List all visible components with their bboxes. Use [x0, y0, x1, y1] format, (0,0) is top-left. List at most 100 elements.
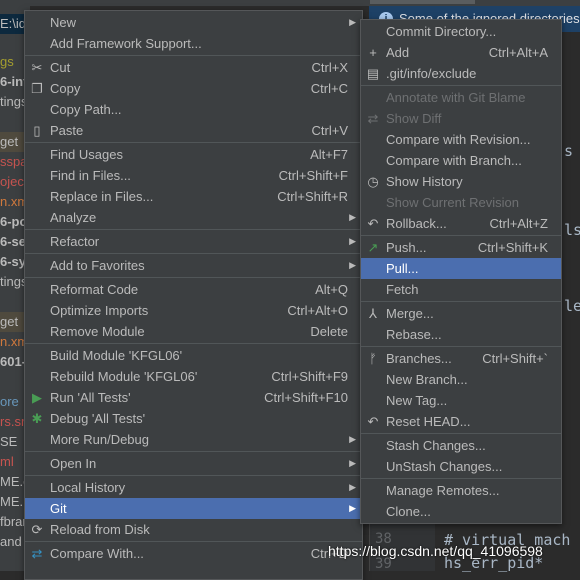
- menu-item-manage-remotes[interactable]: Manage Remotes...: [361, 480, 561, 501]
- shortcut-label: Ctrl+V: [311, 123, 348, 138]
- submenu-arrow-icon: ▶: [349, 482, 356, 492]
- menu-item-more-run-debug[interactable]: More Run/Debug ▶: [25, 429, 362, 450]
- menu-item-paste[interactable]: ▯ Paste Ctrl+V: [25, 120, 362, 141]
- editor-tab[interactable]: [370, 0, 475, 4]
- menu-item-local-history[interactable]: Local History ▶: [25, 477, 362, 498]
- menu-item-label: Clone...: [386, 504, 431, 519]
- menu-item-rollback[interactable]: ↶ Rollback... Ctrl+Alt+Z: [361, 213, 561, 234]
- shortcut-label: Ctrl+X: [311, 60, 348, 75]
- menu-item-add-framework-support[interactable]: Add Framework Support...: [25, 33, 362, 54]
- menu-item-replace-in-files[interactable]: Replace in Files... Ctrl+Shift+R: [25, 186, 362, 207]
- menu-item-optimize-imports[interactable]: Optimize Imports Ctrl+Alt+O: [25, 300, 362, 321]
- menu-item-commit-directory[interactable]: Commit Directory...: [361, 21, 561, 42]
- menu-item-add[interactable]: + Add Ctrl+Alt+A: [361, 42, 561, 63]
- shortcut-label: Alt+Q: [315, 282, 348, 297]
- menu-item-remove-module[interactable]: Remove Module Delete: [25, 321, 362, 342]
- menu-item-show-current-revision[interactable]: Show Current Revision: [361, 192, 561, 213]
- push-arrow-icon: ↗: [367, 240, 379, 255]
- menu-item-show-diff[interactable]: ⇄ Show Diff: [361, 108, 561, 129]
- menu-item-label: Rollback...: [386, 216, 447, 231]
- menu-item-label: Branches...: [386, 351, 452, 366]
- menu-item-analyze[interactable]: Analyze ▶: [25, 207, 362, 228]
- menu-item-git[interactable]: Git ▶: [25, 498, 362, 519]
- menu-item-compare-with-branch[interactable]: Compare with Branch...: [361, 150, 561, 171]
- menu-item-reformat-code[interactable]: Reformat Code Alt+Q: [25, 279, 362, 300]
- menu-item-find-in-files[interactable]: Find in Files... Ctrl+Shift+F: [25, 165, 362, 186]
- menu-item-label: Reload from Disk: [50, 522, 150, 537]
- menu-item-show-history[interactable]: ◷ Show History: [361, 171, 561, 192]
- menu-item-debug-all-tests[interactable]: ✱ Debug 'All Tests': [25, 408, 362, 429]
- plus-icon: +: [369, 45, 377, 60]
- menu-item-find-usages[interactable]: Find Usages Alt+F7: [25, 144, 362, 165]
- compare-icon: ⇄: [31, 546, 43, 561]
- menu-item-label: Commit Directory...: [386, 24, 497, 39]
- menu-separator: [25, 451, 362, 452]
- submenu-arrow-icon: ▶: [349, 17, 356, 27]
- shortcut-label: Ctrl+Alt+O: [287, 303, 348, 318]
- menu-item-label: New Tag...: [386, 393, 448, 408]
- menu-separator: [25, 343, 362, 344]
- menu-item-merge[interactable]: ⅄ Merge...: [361, 303, 561, 324]
- menu-item-fetch[interactable]: Fetch: [361, 279, 561, 300]
- shortcut-label: Ctrl+Alt+A: [488, 45, 548, 60]
- menu-item-cut[interactable]: ✂ Cut Ctrl+X: [25, 57, 362, 78]
- menu-item-new-branch[interactable]: New Branch...: [361, 369, 561, 390]
- menu-item-label: Build Module 'KFGL06': [50, 348, 183, 363]
- submenu-arrow-icon: ▶: [349, 260, 356, 270]
- menu-item-label: Open In: [50, 456, 97, 471]
- menu-separator: [361, 346, 561, 347]
- shortcut-label: Ctrl+Shift+`: [482, 351, 548, 366]
- reset-icon: ↶: [367, 414, 379, 429]
- menu-separator: [361, 478, 561, 479]
- menu-item-rebase[interactable]: Rebase...: [361, 324, 561, 345]
- menu-item-unstash-changes[interactable]: UnStash Changes...: [361, 456, 561, 477]
- git-submenu: Commit Directory... + Add Ctrl+Alt+A ▤ .git/i…: [360, 19, 562, 524]
- menu-item-label: Add: [386, 45, 410, 60]
- menu-item-pull[interactable]: Pull...: [361, 258, 561, 279]
- menu-separator: [25, 142, 362, 143]
- menu-item-copy-path[interactable]: Copy Path...: [25, 99, 362, 120]
- menu-item-git-info-exclude[interactable]: ▤ .git/info/exclude: [361, 63, 561, 84]
- menu-item-label: Analyze: [50, 210, 97, 225]
- menu-item-label: Reformat Code: [50, 282, 139, 297]
- menu-item-label: Compare with Revision...: [386, 132, 531, 147]
- menu-item-build-module-kfgl06[interactable]: Build Module 'KFGL06': [25, 345, 362, 366]
- menu-item-clone[interactable]: Clone...: [361, 501, 561, 522]
- menu-item-stash-changes[interactable]: Stash Changes...: [361, 435, 561, 456]
- menu-item-reload-from-disk[interactable]: ⟳ Reload from Disk: [25, 519, 362, 540]
- rollback-icon: ↶: [367, 216, 379, 231]
- shortcut-label: Delete: [310, 324, 348, 339]
- menu-item-label: Show Diff: [386, 111, 442, 126]
- shortcut-label: Ctrl+Shift+R: [277, 189, 348, 204]
- menu-item-open-in[interactable]: Open In ▶: [25, 453, 362, 474]
- menu-item-push[interactable]: ↗ Push... Ctrl+Shift+K: [361, 237, 561, 258]
- menu-item-label: Cut: [50, 60, 71, 75]
- menu-item-label: UnStash Changes...: [386, 459, 503, 474]
- menu-separator: [361, 433, 561, 434]
- menu-item-label: Refactor: [50, 234, 100, 249]
- menu-item-compare-with[interactable]: ⇄ Compare With... Ctrl+D: [25, 543, 362, 564]
- menu-item-new-tag[interactable]: New Tag...: [361, 390, 561, 411]
- menu-item-label: Show History: [386, 174, 463, 189]
- menu-item-rebuild-module-kfgl06[interactable]: Rebuild Module 'KFGL06' Ctrl+Shift+F9: [25, 366, 362, 387]
- menu-item-copy[interactable]: ❐ Copy Ctrl+C: [25, 78, 362, 99]
- menu-item-annotate-with-git-blame[interactable]: Annotate with Git Blame: [361, 87, 561, 108]
- menu-item-run-all-tests[interactable]: ▶ Run 'All Tests' Ctrl+Shift+F10: [25, 387, 362, 408]
- shortcut-label: Ctrl+Shift+F10: [264, 390, 348, 405]
- menu-item-label: Rebuild Module 'KFGL06': [50, 369, 198, 384]
- menu-item-label: Rebase...: [386, 327, 442, 342]
- menu-item-compare-with-revision[interactable]: Compare with Revision...: [361, 129, 561, 150]
- menu-item-branches[interactable]: ᚠ Branches... Ctrl+Shift+`: [361, 348, 561, 369]
- submenu-arrow-icon: ▶: [349, 434, 356, 444]
- menu-item-label: Pull...: [386, 261, 419, 276]
- menu-item-label: Reset HEAD...: [386, 414, 471, 429]
- menu-item-label: Compare With...: [50, 546, 144, 561]
- reload-icon: ⟳: [31, 522, 43, 537]
- menu-item-add-to-favorites[interactable]: Add to Favorites ▶: [25, 255, 362, 276]
- menu-item-label: Optimize Imports: [50, 303, 149, 318]
- menu-item-refactor[interactable]: Refactor ▶: [25, 231, 362, 252]
- menu-item-reset-head[interactable]: ↶ Reset HEAD...: [361, 411, 561, 432]
- code-fragment: s: [564, 142, 574, 160]
- menu-item-new[interactable]: New ▶: [25, 12, 362, 33]
- code-fragment: ls: [564, 221, 580, 239]
